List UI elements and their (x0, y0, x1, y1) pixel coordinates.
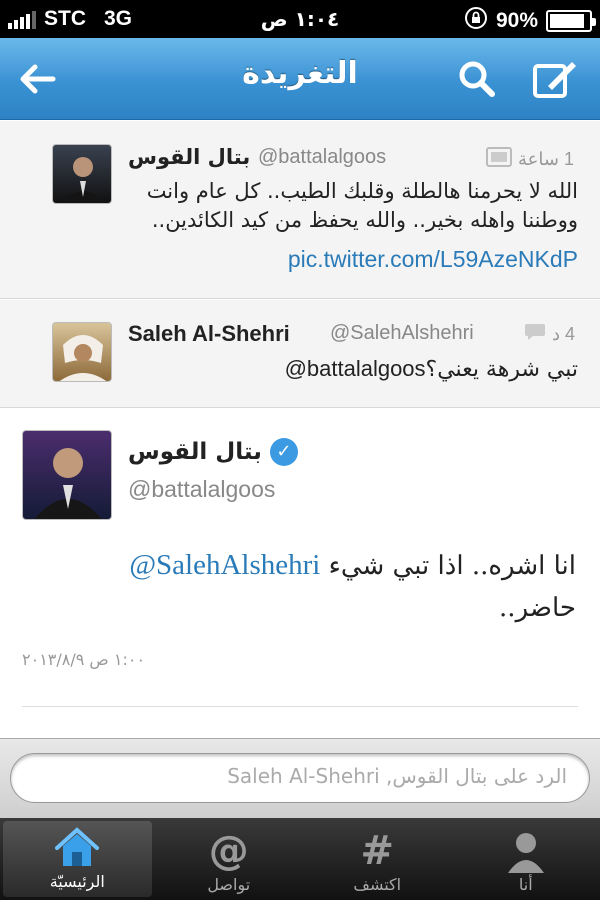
tweet-item[interactable]: 1 ساعة @battalalgoos بتال القوس الله لا … (0, 121, 600, 299)
photo-icon (486, 147, 512, 172)
avatar[interactable] (52, 322, 112, 382)
tab-label: الرئيسيّة (49, 872, 105, 891)
detail-text-line-1: انا اشره.. اذا تبي شيء @SalehAlshehri (129, 549, 576, 581)
tweet-author: Saleh Al-Shehri (128, 321, 290, 346)
tab-label: اكتشف (353, 875, 402, 894)
at-sign-icon: @ (208, 828, 249, 874)
home-icon (53, 824, 101, 872)
tweet-text: الله لا يحرمنا هالطلة وقلبك الطيب.. كل ع… (146, 179, 578, 232)
tweet-text: تبي شرهة يعني؟@battalalgoos (128, 354, 578, 384)
tweet-time: 4 د (524, 322, 575, 347)
tweet-mention[interactable]: @battalalgoos (285, 356, 426, 381)
tweet-detail: بتال القوس ✓ @battalalgoos انا اشره.. اذ… (0, 408, 600, 738)
detail-timestamp: ١:٠٠ ص ٢٠١٣/٨/٩ (22, 650, 146, 669)
tweet-time: 1 ساعة (486, 147, 574, 172)
reply-bubble-icon (524, 322, 546, 347)
avatar[interactable] (22, 430, 112, 520)
reply-input[interactable]: الرد على بتال القوس, Saleh Al-Shehri (10, 753, 590, 803)
detail-author: بتال القوس (128, 439, 262, 465)
status-bar: STC 3G ١:٠٤ ص 90% (0, 0, 600, 38)
compose-icon[interactable] (530, 54, 580, 104)
nav-bar: التغريدة (0, 38, 600, 120)
tab-me[interactable]: أنا (452, 818, 600, 900)
tab-label: تواصل (207, 875, 251, 894)
tweet-handle: @SalehAlshehri (330, 322, 474, 344)
search-icon[interactable] (452, 54, 502, 104)
detail-author-row: بتال القوس ✓ (128, 438, 298, 466)
page-title: التغريدة (242, 56, 358, 91)
verified-badge-icon: ✓ (269, 438, 298, 466)
detail-text-line-2: حاضر.. (499, 593, 576, 623)
detail-handle: @battalalgoos (128, 476, 276, 502)
tweet-author: بتال القوس (128, 145, 251, 169)
rotation-lock-icon (464, 6, 488, 36)
tab-home[interactable]: الرئيسيّة (3, 821, 152, 897)
avatar[interactable] (52, 144, 112, 204)
tweet-text-body: تبي شرهة يعني؟ (425, 357, 578, 382)
tab-label: أنا (518, 875, 533, 894)
tab-connect[interactable]: @ تواصل (155, 818, 304, 900)
divider (22, 706, 578, 707)
tweet-handle: @battalalgoos (258, 146, 387, 168)
battery-icon (546, 10, 596, 32)
reply-bar: الرد على بتال القوس, Saleh Al-Shehri (0, 738, 600, 818)
hashtag-icon: # (360, 828, 394, 874)
person-icon (504, 827, 548, 875)
detail-text: انا اشره.. اذا تبي شيء @SalehAlshehri حا… (16, 544, 576, 629)
status-right: 90% (464, 6, 596, 36)
tab-bar: الرئيسيّة @ تواصل # اكتشف أنا (0, 818, 600, 900)
detail-mention[interactable]: @SalehAlshehri (129, 549, 320, 581)
tweet-link[interactable]: pic.twitter.com/L59AzeNKdP (128, 245, 578, 274)
battery-label: 90% (495, 9, 538, 32)
tweet-item[interactable]: 4 د @SalehAlshehri Saleh Al-Shehri تبي ش… (0, 300, 600, 408)
tab-discover[interactable]: # اكتشف (303, 818, 452, 900)
